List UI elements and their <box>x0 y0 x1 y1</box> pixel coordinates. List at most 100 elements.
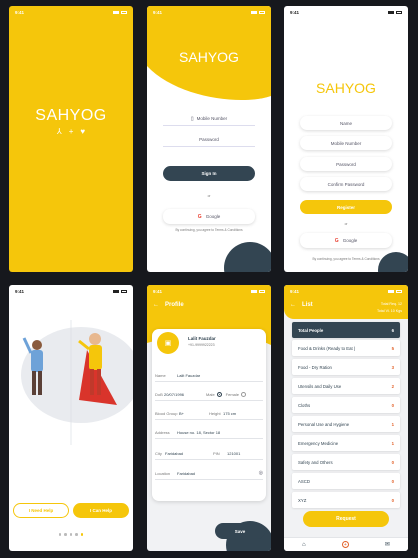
profile-phone: +91-9999922223 <box>188 343 215 347</box>
dob-value[interactable]: 20/07/1996 <box>164 392 202 397</box>
list-item-label: Emergency Medicine <box>298 440 339 446</box>
name-field[interactable]: Name <box>300 116 392 130</box>
dob-gender-row: DoB 20/07/1996 Male Female <box>155 388 263 401</box>
request-button[interactable]: Request <box>303 511 389 527</box>
avatar[interactable]: ▣ <box>157 332 179 354</box>
add-icon[interactable]: + <box>341 541 349 548</box>
city-value[interactable]: Faridabad <box>165 451 213 456</box>
list-item[interactable]: Food & Drinks (Ready to Eat ) 5 <box>292 340 400 356</box>
list-item[interactable]: Emergency Medicine 1 <box>292 435 400 451</box>
page-dot[interactable] <box>69 533 73 536</box>
height-value[interactable]: 175 cm <box>223 411 236 416</box>
status-icons <box>251 289 265 293</box>
google-icon: G <box>334 237 339 244</box>
google-button[interactable]: G Google <box>163 209 255 224</box>
mobile-field[interactable]: Mobile Number <box>300 136 392 150</box>
address-row[interactable]: Address House no. 18, Sector 18 <box>155 426 263 439</box>
register-button[interactable]: Register <box>300 200 392 214</box>
location-row[interactable]: Location Faridabad ◎ <box>155 467 263 480</box>
login-screen: 9:41 SAHYOG ▯ Mobile Number Password Sig… <box>147 6 271 272</box>
city-pin-row: City Faridabad PIN 121001 <box>155 447 263 460</box>
female-radio[interactable] <box>241 391 247 397</box>
list-screen: 9:41 ← List Total Req. 12 Total Vl. 10 K… <box>284 285 408 551</box>
page-dot[interactable] <box>64 533 67 536</box>
list-item-count: 2 <box>391 383 394 389</box>
male-radio[interactable] <box>216 391 222 397</box>
status-bar: 9:41 <box>9 6 133 18</box>
header-bar: ← Profile <box>153 302 184 308</box>
list-item-count: 3 <box>391 364 394 370</box>
female-label: Female <box>225 391 240 397</box>
status-time: 9:41 <box>153 9 163 15</box>
status-time: 9:41 <box>153 288 163 294</box>
list-item-count: 6 <box>391 327 394 333</box>
blood-height-row: Blood Group B+ Height 175 cm <box>155 407 263 420</box>
status-time: 9:41 <box>15 9 25 15</box>
list-item[interactable]: Cloths 0 <box>292 397 400 413</box>
name-placeholder: Name <box>339 120 352 126</box>
list-item[interactable]: Food - Dry Ration 3 <box>292 359 400 375</box>
pin-label: PIN <box>213 450 220 456</box>
app-logo-title: SAHYOG <box>35 107 107 124</box>
list-item[interactable]: ASCD 0 <box>292 473 400 489</box>
list-item-count: 5 <box>391 345 394 351</box>
back-arrow-icon[interactable]: ← <box>153 302 159 308</box>
list-item-label: Food & Drinks (Ready to Eat ) <box>298 345 356 351</box>
home-icon[interactable]: ⌂ <box>302 542 306 548</box>
location-pin-icon[interactable]: ◎ <box>259 470 263 476</box>
list-item-label: Safety and Others <box>298 459 333 465</box>
dob-label: DoB <box>155 391 163 397</box>
status-time: 9:41 <box>290 288 300 294</box>
app-title: SAHYOG <box>316 80 376 96</box>
page-dot[interactable] <box>58 533 62 536</box>
plus-icon: + <box>68 127 74 136</box>
pin-value[interactable]: 121001 <box>227 451 240 456</box>
mobile-field[interactable]: ▯ Mobile Number <box>163 112 255 126</box>
name-value: Lalit Fauzdar <box>177 372 201 378</box>
password-field[interactable]: Password <box>300 157 392 171</box>
list-item-count: 0 <box>391 497 394 503</box>
bottom-nav: ⌂ + ✉ <box>284 537 408 551</box>
can-help-button[interactable]: I Can Help <box>73 503 129 518</box>
list-item[interactable]: XYZ 0 <box>292 492 400 508</box>
terms-text: By continuing, you agree to Terms & Cond… <box>312 257 380 261</box>
logo-symbols: ⅄ + ♥ <box>9 127 133 136</box>
signin-button[interactable]: Sign In <box>163 166 255 181</box>
mobile-placeholder: Mobile Number <box>196 116 228 121</box>
header-bar: ← List <box>290 302 313 308</box>
save-button[interactable]: Save <box>215 523 265 539</box>
header-title: Profile <box>165 302 184 308</box>
list-item-count: 0 <box>391 478 394 484</box>
name-row[interactable]: Name Lalit Fauzdar <box>155 369 263 382</box>
google-icon: G <box>197 213 202 220</box>
terms-text: By continuing, you agree to Terms & Cond… <box>175 228 243 232</box>
mail-icon[interactable]: ✉ <box>385 541 390 548</box>
list-item-label: XYZ <box>298 497 307 503</box>
app-title: SAHYOG <box>179 49 239 65</box>
name-label: Name <box>155 372 166 378</box>
status-icons <box>113 289 127 293</box>
page-dot[interactable] <box>75 533 78 536</box>
confirm-placeholder: Confirm Password <box>327 181 365 187</box>
or-divider: or <box>344 222 348 226</box>
back-arrow-icon[interactable]: ← <box>290 302 296 308</box>
google-button[interactable]: G Google <box>300 233 392 248</box>
confirm-password-field[interactable]: Confirm Password <box>300 177 392 191</box>
need-help-button[interactable]: I Need Help <box>13 503 69 518</box>
profile-screen: 9:41 ← Profile ▣ Lalit Fauzdar +91-99999… <box>147 285 271 551</box>
list-item-label: Personal Use and Hygiene <box>298 421 350 427</box>
status-icons <box>388 10 402 14</box>
list-item[interactable]: Personal Use and Hygiene 1 <box>292 416 400 432</box>
city-label: City <box>155 450 162 456</box>
list-item[interactable]: Safety and Others 0 <box>292 454 400 470</box>
blood-value[interactable]: B+ <box>179 411 203 416</box>
list-item-label: ASCD <box>298 478 310 484</box>
helper-illustration <box>21 320 133 445</box>
password-field[interactable]: Password <box>163 133 255 147</box>
page-dot-active[interactable] <box>80 533 84 536</box>
list-item-total[interactable]: Total People 6 <box>292 322 400 338</box>
height-label: Height <box>209 410 221 416</box>
list-item[interactable]: Utensils and Daily Use 2 <box>292 378 400 394</box>
status-bar: 9:41 <box>284 6 408 18</box>
location-value: Faridabad <box>177 470 196 476</box>
